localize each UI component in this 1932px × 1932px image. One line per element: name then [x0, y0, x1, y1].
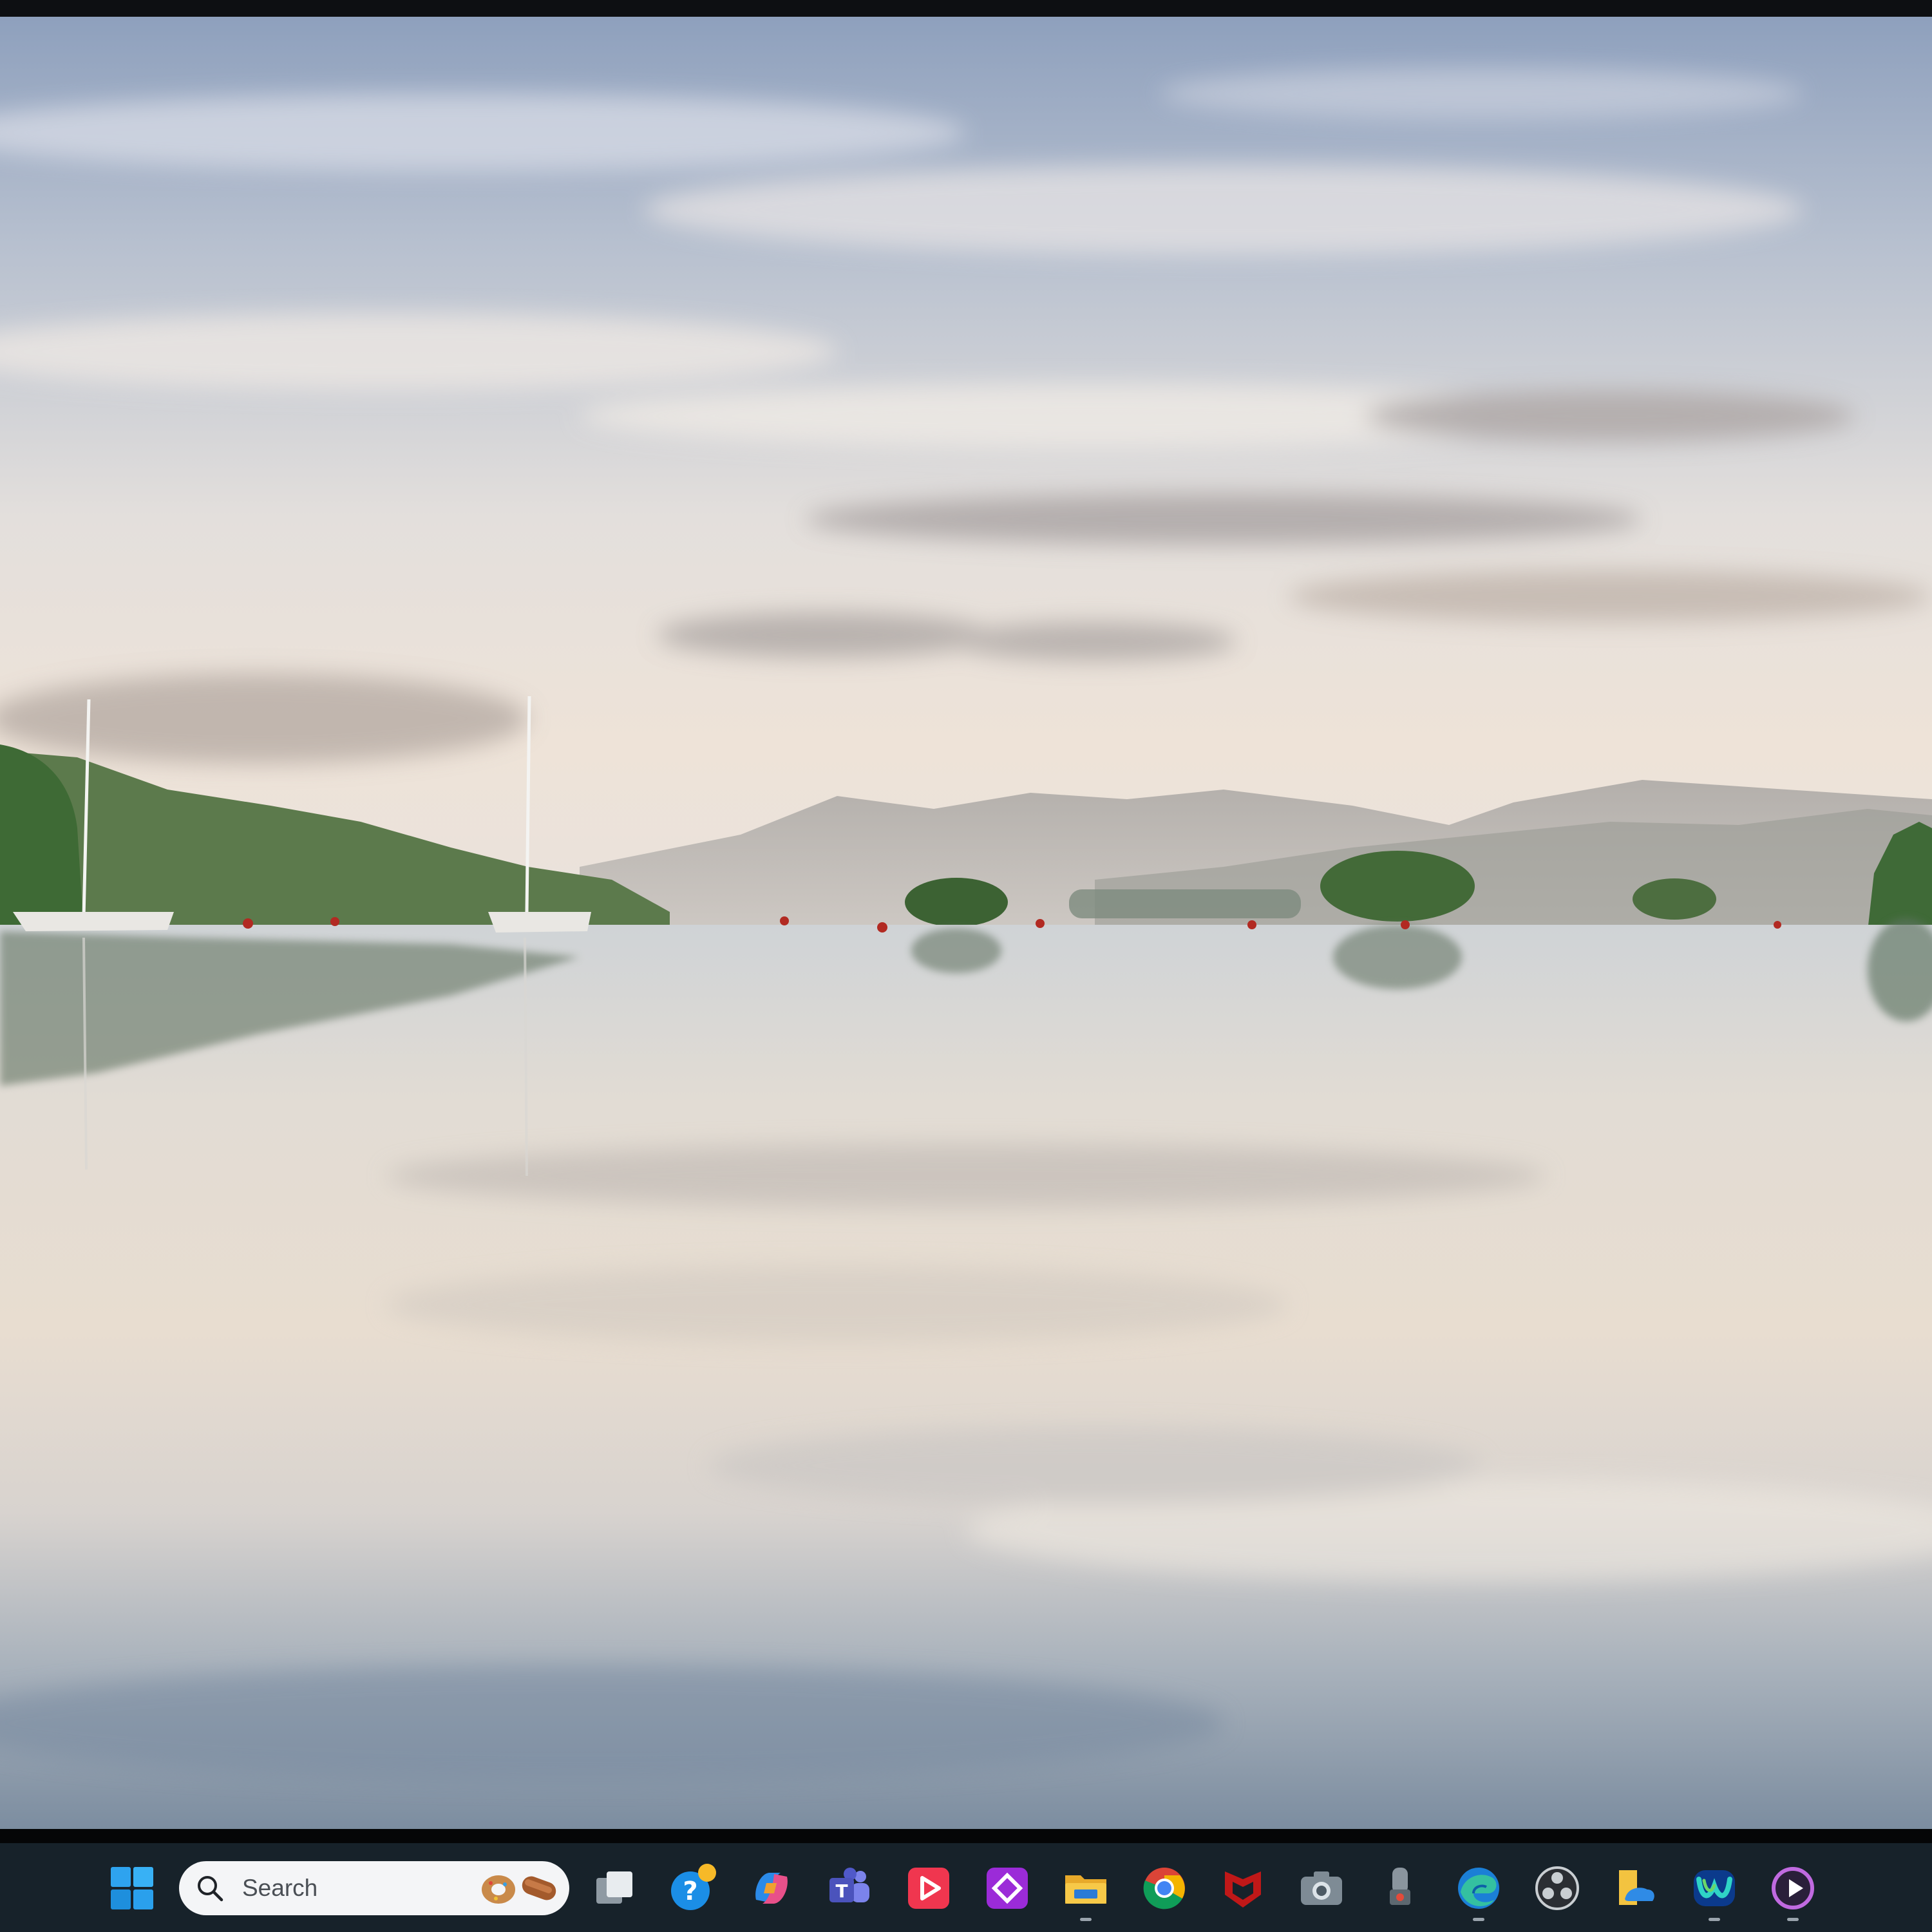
obs-studio-button[interactable] — [1533, 1864, 1582, 1913]
running-indicator-file-explorer — [1080, 1918, 1092, 1921]
svg-text:?: ? — [683, 1877, 697, 1906]
webex-icon — [1694, 1870, 1735, 1906]
teams-button[interactable]: T — [826, 1864, 875, 1913]
task-view-icon — [596, 1871, 632, 1904]
taskbar-top-border — [0, 1829, 1932, 1843]
get-help-button[interactable]: ? — [668, 1864, 717, 1913]
voice-recorder-icon — [1390, 1868, 1410, 1905]
obs-studio-icon — [1535, 1866, 1579, 1910]
file-explorer-button[interactable] — [1061, 1864, 1110, 1913]
mcafee-icon — [1225, 1871, 1261, 1908]
file-manager-button[interactable] — [1611, 1864, 1660, 1913]
camera-button[interactable] — [1297, 1864, 1346, 1913]
search-highlight-icon — [482, 1875, 556, 1904]
search-icon — [198, 1876, 223, 1902]
taskbar: Search ? T — [0, 1843, 1932, 1932]
chrome-icon — [1143, 1868, 1185, 1909]
webex-button[interactable] — [1690, 1864, 1739, 1913]
teams-icon: T — [829, 1868, 869, 1902]
taskbar-search-box[interactable]: Search — [179, 1861, 569, 1915]
start-icon — [111, 1867, 153, 1909]
mcafee-button[interactable] — [1218, 1864, 1267, 1913]
wallpaper-landscape — [0, 17, 1932, 1829]
power-automate-icon — [987, 1868, 1028, 1909]
chrome-button[interactable] — [1140, 1864, 1189, 1913]
svg-text:T: T — [835, 1880, 848, 1902]
running-indicator-clipchamp — [1787, 1918, 1799, 1921]
file-explorer-icon — [1065, 1875, 1106, 1904]
voice-recorder-button[interactable] — [1376, 1864, 1425, 1913]
clipchamp-button[interactable] — [1768, 1864, 1817, 1913]
edge-button[interactable] — [1454, 1864, 1503, 1913]
power-automate-button[interactable] — [983, 1864, 1032, 1913]
media-player-icon — [908, 1868, 949, 1909]
clipchamp-icon — [1772, 1867, 1814, 1909]
copilot-button[interactable] — [747, 1864, 796, 1913]
running-indicator-edge — [1473, 1918, 1484, 1921]
search-placeholder: Search — [242, 1875, 318, 1901]
task-view-button[interactable] — [590, 1864, 639, 1913]
desktop-screen: Search ? T — [0, 0, 1932, 1932]
media-player-button[interactable] — [904, 1864, 953, 1913]
file-manager-icon — [1619, 1870, 1654, 1905]
start-button[interactable] — [109, 1866, 155, 1911]
running-indicator-webex — [1709, 1918, 1720, 1921]
get-help-icon: ? — [671, 1864, 716, 1910]
camera-icon — [1301, 1871, 1342, 1905]
desktop-wallpaper[interactable] — [0, 17, 1932, 1829]
copilot-icon — [755, 1873, 788, 1904]
top-edge-bar — [0, 0, 1932, 17]
edge-icon — [1458, 1868, 1499, 1909]
